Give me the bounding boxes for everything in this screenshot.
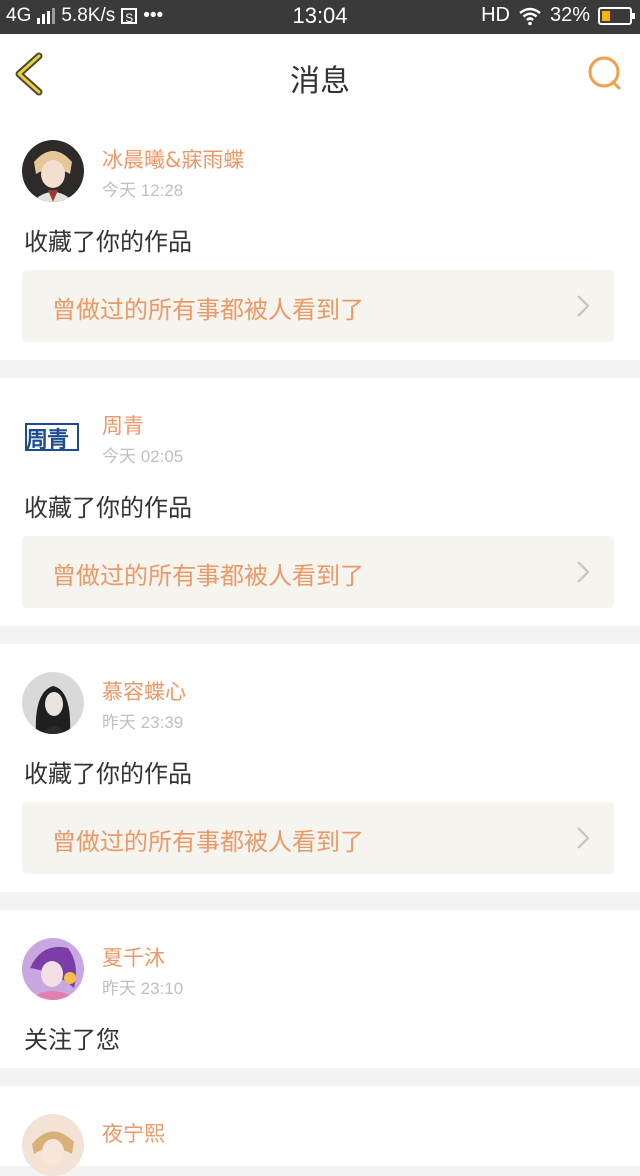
username[interactable]: 周青 [102,410,144,440]
avatar[interactable] [22,938,84,1000]
avatar[interactable]: 周青 [22,406,84,468]
work-link[interactable]: 曾做过的所有事都被人看到了 [22,536,614,608]
avatar[interactable] [22,1114,84,1176]
work-link[interactable]: 曾做过的所有事都被人看到了 [22,802,614,874]
battery-icon [598,6,635,25]
timestamp: 昨天 23:39 [102,713,184,732]
avatar[interactable] [22,672,84,734]
message-card[interactable]: 周青 周青 今天 02:05 收藏了你的作品 曾做过的所有事都被人看到了 [0,378,640,626]
username[interactable]: 夏千沐 [102,942,165,972]
divider [0,626,640,644]
avatar-logo: 周青 [22,406,84,468]
avatar[interactable] [22,140,84,202]
avatar-image [22,1114,84,1176]
status-bar: 4G 5.8K/s S ••• 13:04 HD 32% [0,0,640,34]
avatar-image [22,938,84,1000]
action-text: 收藏了你的作品 [24,228,192,256]
action-text: 收藏了你的作品 [24,494,192,522]
work-title: 曾做过的所有事都被人看到了 [52,828,364,856]
timestamp: 今天 12:28 [102,181,184,200]
search-button[interactable] [586,54,624,92]
avatar-image [22,672,84,734]
work-link[interactable]: 曾做过的所有事都被人看到了 [22,270,614,342]
wifi-icon [519,7,541,25]
header: 消息 [0,34,640,113]
message-card[interactable]: 夏千沐 昨天 23:10 关注了您 [0,910,640,1068]
divider [0,1068,640,1086]
avatar-logo-text: 周青 [26,428,69,453]
username[interactable]: 慕容蝶心 [102,676,186,706]
username[interactable]: 冰晨曦&寐雨蝶 [102,144,244,174]
timestamp: 昨天 23:10 [102,979,184,998]
divider [0,360,640,378]
search-icon [588,56,621,90]
divider [0,892,640,910]
hd-label: HD [481,4,510,26]
chevron-right-icon [577,827,590,849]
message-list: 冰晨曦&寐雨蝶 今天 12:28 收藏了你的作品 曾做过的所有事都被人看到了 周… [0,112,640,1176]
action-text: 收藏了你的作品 [24,760,192,788]
message-card[interactable]: 慕容蝶心 昨天 23:39 收藏了你的作品 曾做过的所有事都被人看到了 [0,644,640,892]
chevron-right-icon [577,561,590,583]
username[interactable]: 夜宁熙 [102,1118,165,1148]
chevron-right-icon [577,295,590,317]
timestamp: 今天 02:05 [102,447,184,466]
work-title: 曾做过的所有事都被人看到了 [52,296,364,324]
page-title: 消息 [290,64,350,99]
message-card[interactable]: 冰晨曦&寐雨蝶 今天 12:28 收藏了你的作品 曾做过的所有事都被人看到了 [0,112,640,360]
battery-percent: 32% [549,4,590,26]
work-title: 曾做过的所有事都被人看到了 [52,562,364,590]
action-text: 关注了您 [24,1026,120,1054]
avatar-image [22,140,84,202]
message-card[interactable]: 夜宁熙 [0,1086,640,1176]
